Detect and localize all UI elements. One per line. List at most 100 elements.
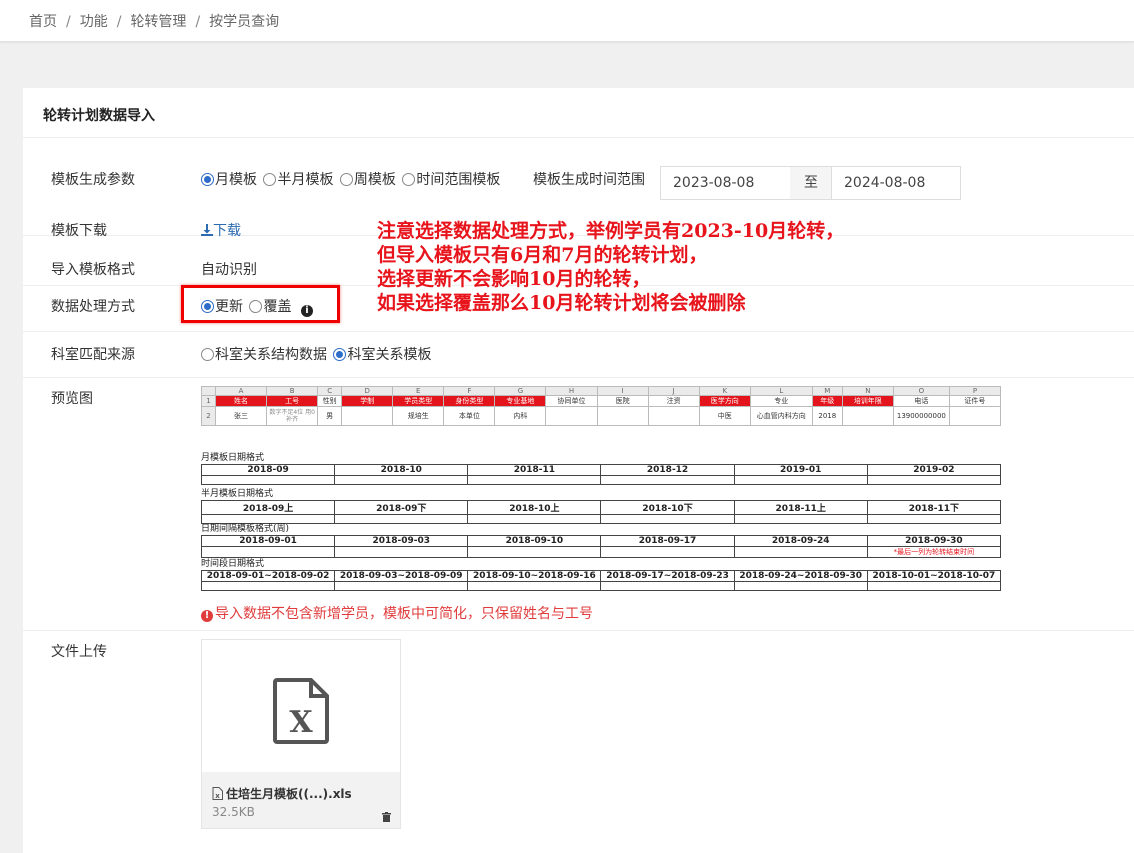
range-format-title: 时间段日期格式 xyxy=(201,559,265,569)
dept-source-radio-group: 科室关系结构数据 科室关系模板 xyxy=(201,344,433,365)
week-note: *最后一列为轮转结束时间 xyxy=(866,546,1002,558)
annotation-note: 注意选择数据处理方式，举例学员有2023-10月轮转， 但导入模板只有6月和7月… xyxy=(377,219,937,315)
sheet-header-cell: 协同单位 xyxy=(545,395,598,407)
template-type-radio-group: 月模板 半月模板 周模板 时间范围模板 xyxy=(201,169,502,190)
sheet-data-cell: 张三 xyxy=(214,406,268,426)
sheet-data-cell xyxy=(948,406,1002,426)
processing-label: 数据处理方式 xyxy=(51,299,135,315)
sheet-header-cell: 学员类型 xyxy=(392,395,445,407)
sheet-data-cell xyxy=(596,406,649,426)
date-cell: 2018-09-01~2018-09-02 xyxy=(200,570,336,582)
col-letter: E xyxy=(392,386,445,396)
halfmonth-format-title: 半月模板日期格式 xyxy=(201,489,274,499)
date-cell: 2018-09-17 xyxy=(600,535,735,547)
radio-label: 科室关系模板 xyxy=(347,347,432,363)
col-letter: K xyxy=(698,386,751,396)
month-format-title: 月模板日期格式 xyxy=(201,453,265,463)
col-letter: B xyxy=(266,386,319,396)
annotation-line: 如果选择覆盖那么10月轮转计划将会被删除 xyxy=(377,292,746,314)
sheet-data-cell: 本单位 xyxy=(443,406,496,426)
sheet-header-row: 1 姓名 工号 性别 学制 学员类型 身份类型 专业基地 协同单位 医院 注资 医学方向 专业 年级 培训… xyxy=(201,395,1002,407)
radio-checked-icon xyxy=(333,347,347,361)
month-format: 月模板日期格式 2018-09 2018-10 2018-11 2018-12 2019… xyxy=(200,453,1002,485)
sheet-header-cell: 注资 xyxy=(647,395,700,407)
svg-text:x: x xyxy=(215,792,220,800)
annotation-line: 选择更新不会影响10月的轮转， xyxy=(377,268,651,290)
start-date-input[interactable]: 2023-08-08 xyxy=(660,166,791,200)
svg-text:X: X xyxy=(289,705,313,740)
blank-row xyxy=(200,514,1002,524)
date-cell: 2018-11 xyxy=(467,464,602,476)
sheet-data-row: 2 张三 数字不足4位 用0补齐男 规培生 本单位 内科 中医 心血管内科方向 2018 139… xyxy=(201,406,1002,426)
radio-dept-template[interactable]: 科室关系模板 xyxy=(333,344,431,364)
download-link[interactable]: 下载 xyxy=(201,220,241,240)
radio-month-template[interactable]: 月模板 xyxy=(201,169,257,189)
radio-unchecked-icon xyxy=(201,347,214,361)
import-warning: ! 导入数据不包含新增学员，模板中可简化，只保留姓名与工号 xyxy=(201,603,593,623)
breadcrumb-separator: / xyxy=(195,14,201,30)
upload-label: 文件上传 xyxy=(51,644,107,660)
dept-source-label: 科室匹配来源 xyxy=(51,347,135,363)
radio-week-template[interactable]: 周模板 xyxy=(339,169,396,189)
radio-range-template[interactable]: 时间范围模板 xyxy=(402,169,500,189)
sample-sheet: A B C D E F G H I J K L M N O P 1 姓名 工号 性别… xyxy=(201,386,1002,426)
breadcrumb-function[interactable]: 功能 xyxy=(80,11,108,31)
sheet-data-cell xyxy=(545,406,598,426)
sheet-data-cell xyxy=(841,406,894,426)
sheet-data-cell: 2018 xyxy=(811,406,843,426)
import-format-value: 自动识别 xyxy=(201,262,257,278)
breadcrumb-rotation[interactable]: 轮转管理 xyxy=(130,11,186,31)
radio-label: 科室关系结构数据 xyxy=(215,347,327,363)
highlight-box xyxy=(181,285,340,323)
breadcrumb-home[interactable]: 首页 xyxy=(29,11,57,31)
col-letter: D xyxy=(341,386,394,396)
upload-row: 文件上传 xyxy=(23,631,1134,853)
breadcrumb-separator: / xyxy=(66,14,71,30)
file-name: x 住培生月模板((...).xls xyxy=(212,785,352,802)
col-letter: H xyxy=(545,386,598,396)
halfmonth-dates-row: 2018-09上 2018-09下 2018-10上 2018-10下 2018-11上… xyxy=(200,500,1002,515)
col-letter: N xyxy=(841,386,894,396)
radio-halfmonth-template[interactable]: 半月模板 xyxy=(263,169,333,189)
month-dates-row: 2018-09 2018-10 2018-11 2018-12 2019-01 2019-… xyxy=(200,464,1002,476)
col-letter: P xyxy=(948,386,1002,396)
date-cell: 2018-10 xyxy=(334,464,469,476)
sheet-header-cell: 年级 xyxy=(811,395,843,407)
sheet-data-cell: 男 xyxy=(317,406,343,426)
col-letter: J xyxy=(647,386,700,396)
file-name-text: 住培生月模板((...).xls xyxy=(226,787,352,801)
corner-cell xyxy=(201,386,216,396)
sheet-header-cell: 性别 xyxy=(317,395,343,407)
file-thumbnail: X xyxy=(202,640,400,772)
import-panel: 轮转计划数据导入 模板生成参数 月模板 半月模板 周模板 时间范围模板 模板生成… xyxy=(23,88,1134,853)
sheet-header-cell: 医院 xyxy=(596,395,649,407)
warning-text: 导入数据不包含新增学员，模板中可简化，只保留姓名与工号 xyxy=(215,606,593,622)
excel-file-icon: X xyxy=(273,678,329,744)
blank-row xyxy=(200,581,1002,591)
date-cell: 2018-09-03~2018-09-09 xyxy=(334,570,469,582)
date-cell: 2019-02 xyxy=(866,464,1002,476)
template-params-label: 模板生成参数 xyxy=(51,172,135,188)
end-date-input[interactable]: 2024-08-08 xyxy=(831,166,961,200)
radio-unchecked-icon xyxy=(402,172,416,186)
sheet-data-cell xyxy=(647,406,700,426)
date-cell: 2018-10上 xyxy=(467,500,602,515)
range-format: 时间段日期格式 2018-09-01~2018-09-02 2018-09-03~… xyxy=(200,559,1002,591)
sheet-data-cell: 中医 xyxy=(698,406,751,426)
sheet-header-cell: 医学方向 xyxy=(698,395,751,407)
radio-dept-structure[interactable]: 科室关系结构数据 xyxy=(201,344,327,364)
radio-label: 时间范围模板 xyxy=(416,172,501,188)
trash-icon[interactable] xyxy=(382,812,391,822)
uploaded-file-card[interactable]: X x 住培生月模板((...).xls 32.5KB xyxy=(201,639,401,829)
sheet-header-cell: 学制 xyxy=(341,395,394,407)
column-letter-row: A B C D E F G H I J K L M N O P xyxy=(201,386,1002,396)
annotation-line: 但导入模板只有6月和7月的轮转计划， xyxy=(377,244,708,266)
date-cell: 2018-09-30 xyxy=(866,535,1002,547)
download-link-label: 下载 xyxy=(213,223,241,239)
blank-row xyxy=(200,475,1002,485)
sheet-data-cell: 心血管内科方向 xyxy=(749,406,813,426)
range-separator: 至 xyxy=(790,166,832,200)
sheet-data-cell: 规培生 xyxy=(392,406,445,426)
annotation-line: 注意选择数据处理方式，举例学员有2023-10月轮转， xyxy=(377,220,845,242)
file-size: 32.5KB xyxy=(212,805,255,819)
